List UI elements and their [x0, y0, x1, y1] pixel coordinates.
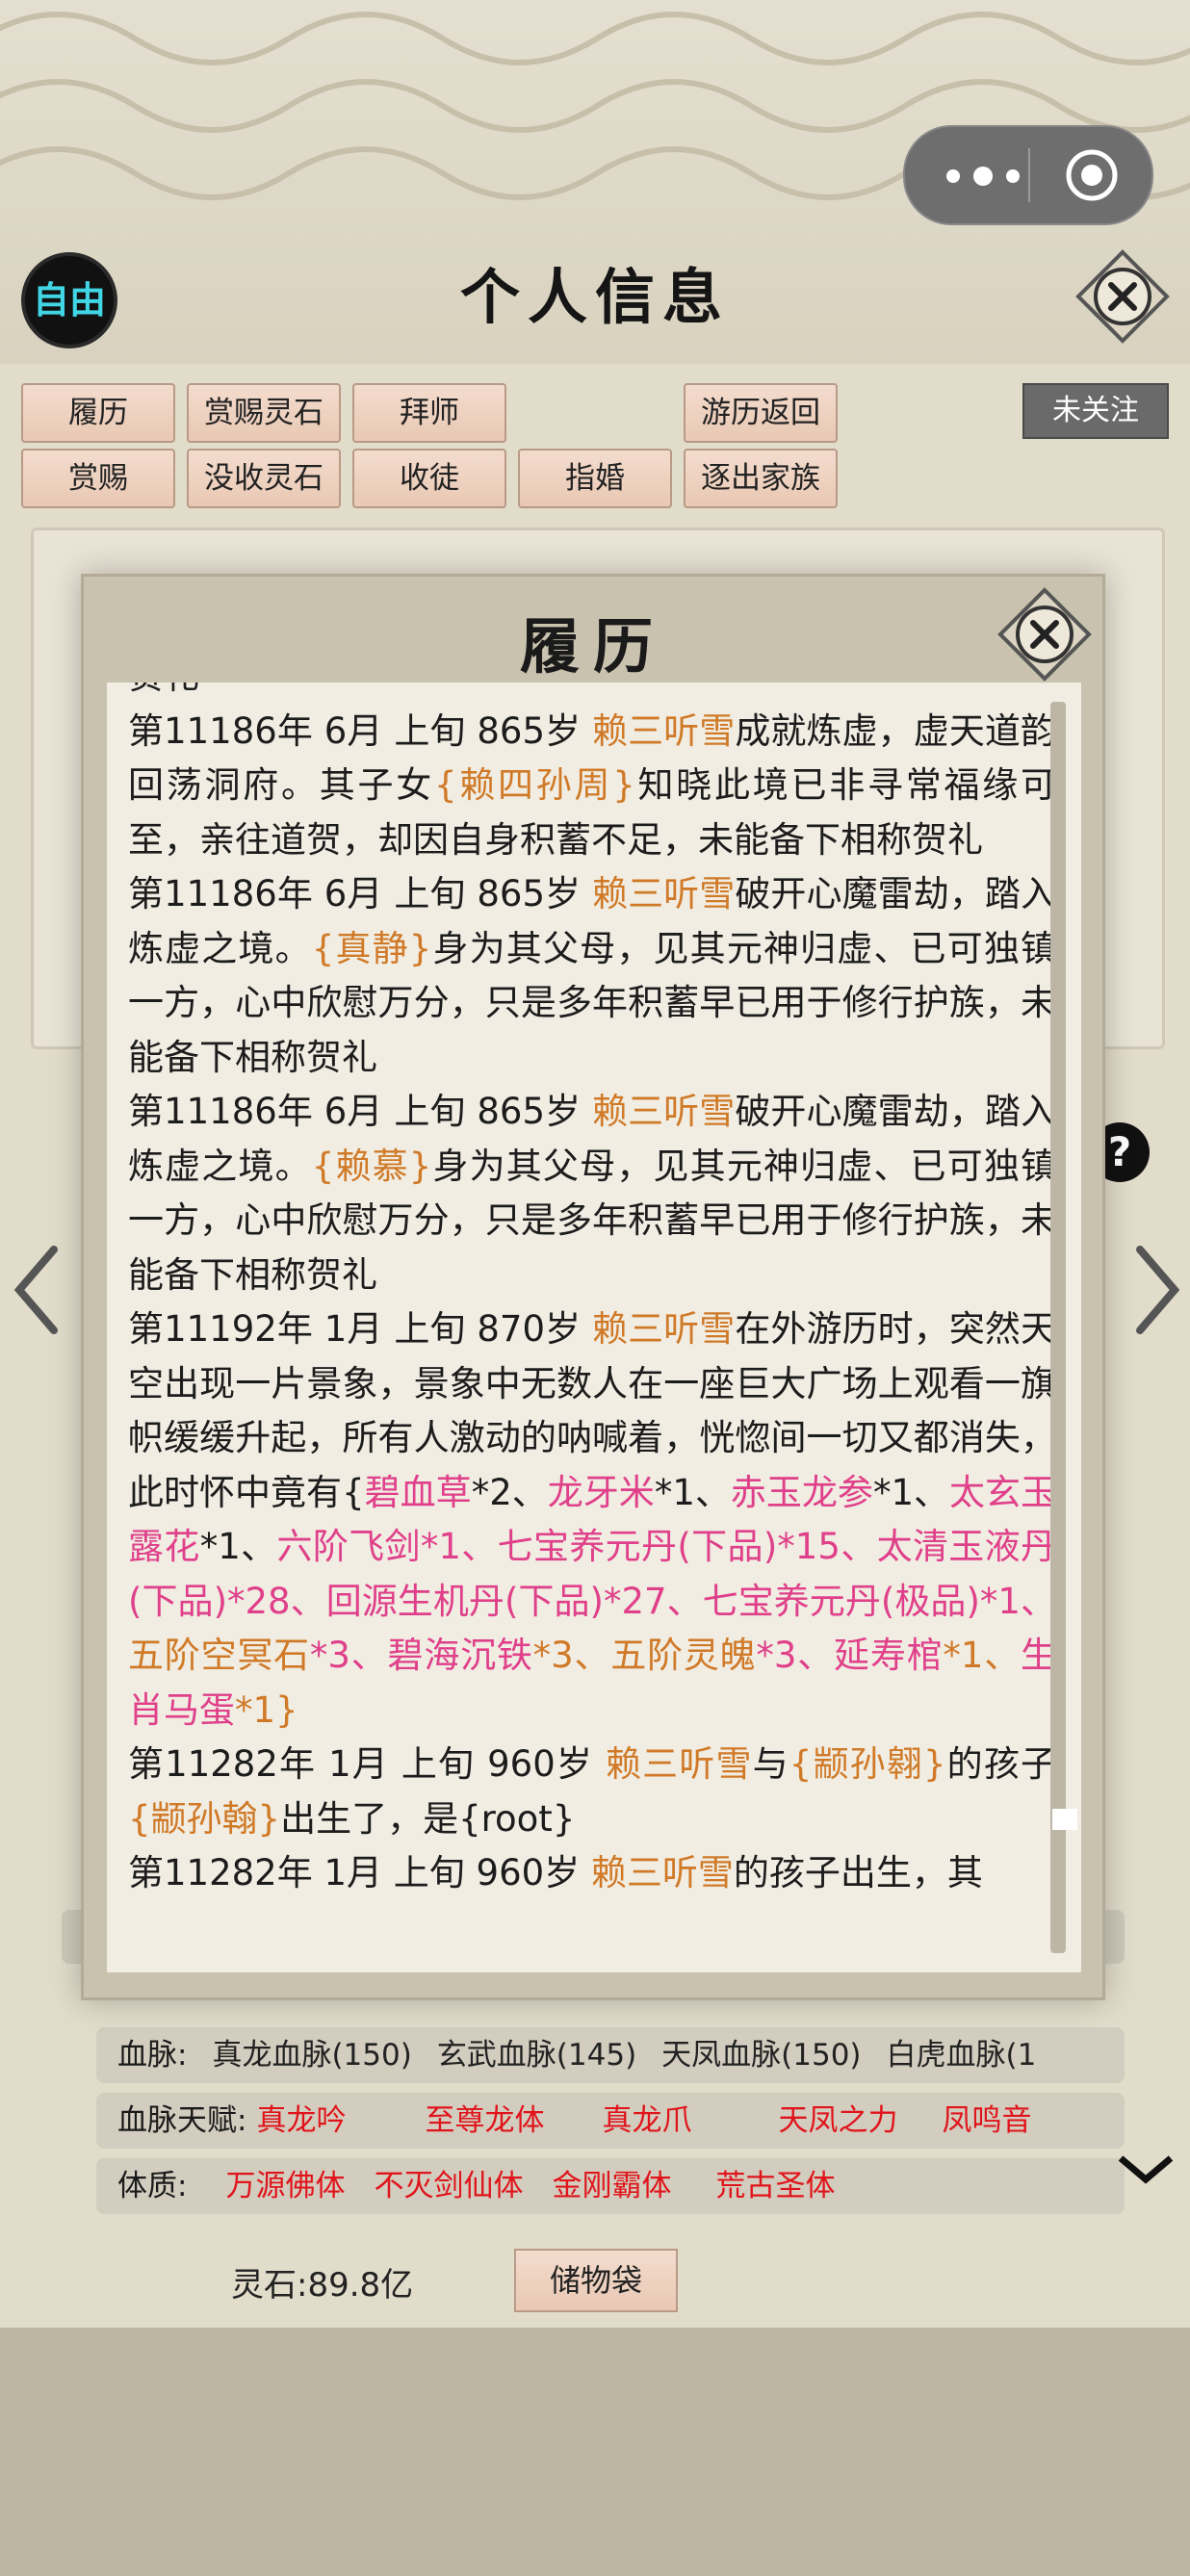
- confiscate-stone-button[interactable]: 没收灵石: [187, 449, 341, 508]
- resume-entry-text: 的孩子出生，其: [733, 1852, 983, 1893]
- talent-item: 凤鸣音: [942, 2103, 1032, 2138]
- resume-entry-text: *1、: [943, 1635, 1021, 1676]
- expel-button[interactable]: 逐出家族: [684, 449, 838, 508]
- travel-return-button[interactable]: 游历返回: [684, 383, 838, 443]
- bloodline-row: 血脉: 真龙血脉(150) 玄武血脉(145) 天凤血脉(150) 白虎血脉(1: [96, 2027, 1125, 2083]
- chevron-down-icon[interactable]: [1117, 2151, 1175, 2189]
- close-icon[interactable]: [996, 586, 1093, 683]
- target-icon[interactable]: [1063, 146, 1121, 204]
- resume-entry-text: 赖三听雪: [592, 873, 736, 914]
- physique-row: 体质: 万源佛体 不灭剑仙体 金刚霸体 荒古圣体: [96, 2158, 1125, 2214]
- resume-entry-text: 贺礼: [128, 683, 199, 697]
- resume-entry-text: 第11186年 6月 上旬 865岁: [128, 1091, 592, 1132]
- resume-entry-text: *1、: [199, 1526, 277, 1567]
- page-title: 个人信息: [459, 262, 730, 332]
- resume-entry-text: 赖三听雪: [592, 1091, 736, 1132]
- capsule-divider: [1028, 148, 1030, 202]
- more-dots-icon[interactable]: [940, 162, 1026, 191]
- resume-button[interactable]: 履历: [21, 383, 175, 443]
- resume-modal: 履历 贺礼第11186年 6月 上旬 865岁 赖三听雪成就炼虚，虚天道韵回荡洞…: [81, 574, 1105, 2000]
- talent-item: 真龙爪: [602, 2103, 692, 2138]
- resume-entry-text: {赖四孙周}: [433, 764, 635, 806]
- resume-entry-text: 赖三听雪: [592, 1308, 736, 1350]
- modal-title: 履历: [519, 611, 666, 682]
- resume-entry-text: {颛孙翰}: [128, 1797, 281, 1840]
- resume-entry: 第11282年 1月 上旬 960岁 赖三听雪与{颛孙翱}的孩子 {颛孙翰}出生了…: [128, 1738, 1056, 1846]
- take-disciple-button[interactable]: 收徒: [352, 449, 506, 508]
- resume-entry-text: 赖三听雪: [590, 1852, 734, 1893]
- resume-entry-text: 赖三听雪: [592, 709, 736, 752]
- resume-log-list: 贺礼第11186年 6月 上旬 865岁 赖三听雪成就炼虚，虚天道韵回荡洞府。其…: [107, 683, 1056, 1901]
- resume-entry: 贺礼: [128, 683, 1056, 705]
- bloodline-item: 天凤血脉(150): [661, 2038, 862, 2073]
- talent-item: 至尊龙体: [425, 2103, 545, 2138]
- storage-bag-button[interactable]: 储物袋: [514, 2249, 678, 2312]
- resume-entry: 第11186年 6月 上旬 865岁 赖三听雪成就炼虚，虚天道韵回荡洞府。其子女…: [128, 705, 1056, 868]
- bloodline-label: 血脉:: [117, 2038, 188, 2073]
- scrollbar[interactable]: [1050, 702, 1066, 1953]
- talent-row: 血脉天赋: 真龙吟 至尊龙体 真龙爪 天凤之力 凤鸣音: [96, 2093, 1125, 2149]
- reward-button[interactable]: 赏赐: [21, 449, 175, 508]
- resume-entry-text: *3、碧海沉铁: [309, 1635, 533, 1676]
- resume-entry: 第11192年 1月 上旬 870岁 赖三听雪在外游历时，突然天空出现一片景象，…: [128, 1302, 1056, 1738]
- resume-entry-text: *3、五阶灵魄: [532, 1635, 757, 1676]
- resume-entry-text: 赤玉龙参: [730, 1471, 873, 1513]
- follow-status-tag[interactable]: 未关注: [1022, 383, 1169, 439]
- resume-entry-text: *2、: [471, 1471, 548, 1513]
- resume-entry-text: 出生了，是{root}: [280, 1797, 576, 1840]
- resume-entry-text: 第11282年 1月 上旬 960岁: [128, 1743, 606, 1785]
- resume-entry-text: {真静}: [311, 927, 432, 969]
- bloodline-item: 白虎血脉(1: [886, 2038, 1037, 2073]
- talent-item: 天凤之力: [778, 2103, 898, 2138]
- physique-label: 体质:: [117, 2169, 188, 2203]
- resume-entry-text: 碧血草: [364, 1471, 472, 1513]
- resume-entry-text: 的孩子: [945, 1743, 1056, 1785]
- resume-entry-text: {颛孙翱}: [789, 1743, 946, 1785]
- spirit-stone-amount: 灵石:89.8亿: [231, 2266, 414, 2305]
- talent-label: 血脉天赋:: [117, 2103, 247, 2138]
- arrange-marriage-button[interactable]: 指婚: [518, 449, 672, 508]
- become-disciple-button[interactable]: 拜师: [352, 383, 506, 443]
- resume-entry-text: 赖三听雪: [605, 1743, 753, 1785]
- resume-entry-text: 与: [752, 1743, 789, 1785]
- previous-arrow-icon[interactable]: [8, 1242, 65, 1338]
- resume-entry-text: 第11186年 6月 上旬 865岁: [128, 873, 592, 914]
- physique-item: 荒古圣体: [715, 2169, 836, 2203]
- resume-entry: 第11282年 1月 上旬 960岁 赖三听雪的孩子出生，其: [128, 1846, 1056, 1901]
- resume-entry-text: 第11282年 1月 上旬 960岁: [128, 1852, 591, 1893]
- resume-entry-text: *1、: [654, 1471, 731, 1513]
- resume-entry-text: *1、: [872, 1471, 950, 1513]
- resume-entry-text: *3、延寿棺: [756, 1635, 944, 1676]
- scrollbar-knob[interactable]: [1052, 1809, 1077, 1830]
- miniapp-capsule[interactable]: [903, 125, 1153, 225]
- resume-entry: 第11186年 6月 上旬 865岁 赖三听雪破开心魔雷劫，踏入炼虚之境。{真静…: [128, 867, 1056, 1085]
- next-arrow-icon[interactable]: [1128, 1242, 1186, 1338]
- resume-entry-text: {赖慕}: [311, 1145, 432, 1187]
- reward-stone-button[interactable]: 赏赐灵石: [187, 383, 341, 443]
- resume-entry-text: 五阶空冥石: [128, 1635, 310, 1676]
- physique-item: 不灭剑仙体: [374, 2169, 524, 2203]
- bloodline-item: 玄武血脉(145): [436, 2038, 637, 2073]
- resume-log[interactable]: 贺礼第11186年 6月 上旬 865岁 赖三听雪成就炼虚，虚天道韵回荡洞府。其…: [107, 683, 1081, 1972]
- physique-item: 万源佛体: [225, 2169, 346, 2203]
- resume-entry: 第11186年 6月 上旬 865岁 赖三听雪破开心魔雷劫，踏入炼虚之境。{赖慕…: [128, 1085, 1056, 1302]
- resume-entry-text: 第11186年 6月 上旬 865岁: [128, 709, 592, 752]
- close-icon[interactable]: [1074, 248, 1171, 345]
- resume-entry-text: 龙牙米: [547, 1471, 655, 1513]
- resume-entry-text: 第11192年 1月 上旬 870岁: [128, 1308, 592, 1350]
- bloodline-item: 真龙血脉(150): [212, 2038, 412, 2073]
- top-banner: 自由 个人信息: [0, 0, 1190, 364]
- physique-item: 金刚霸体: [552, 2169, 672, 2203]
- resume-entry-text: *1}: [235, 1688, 298, 1731]
- talent-item: 真龙吟: [256, 2103, 347, 2138]
